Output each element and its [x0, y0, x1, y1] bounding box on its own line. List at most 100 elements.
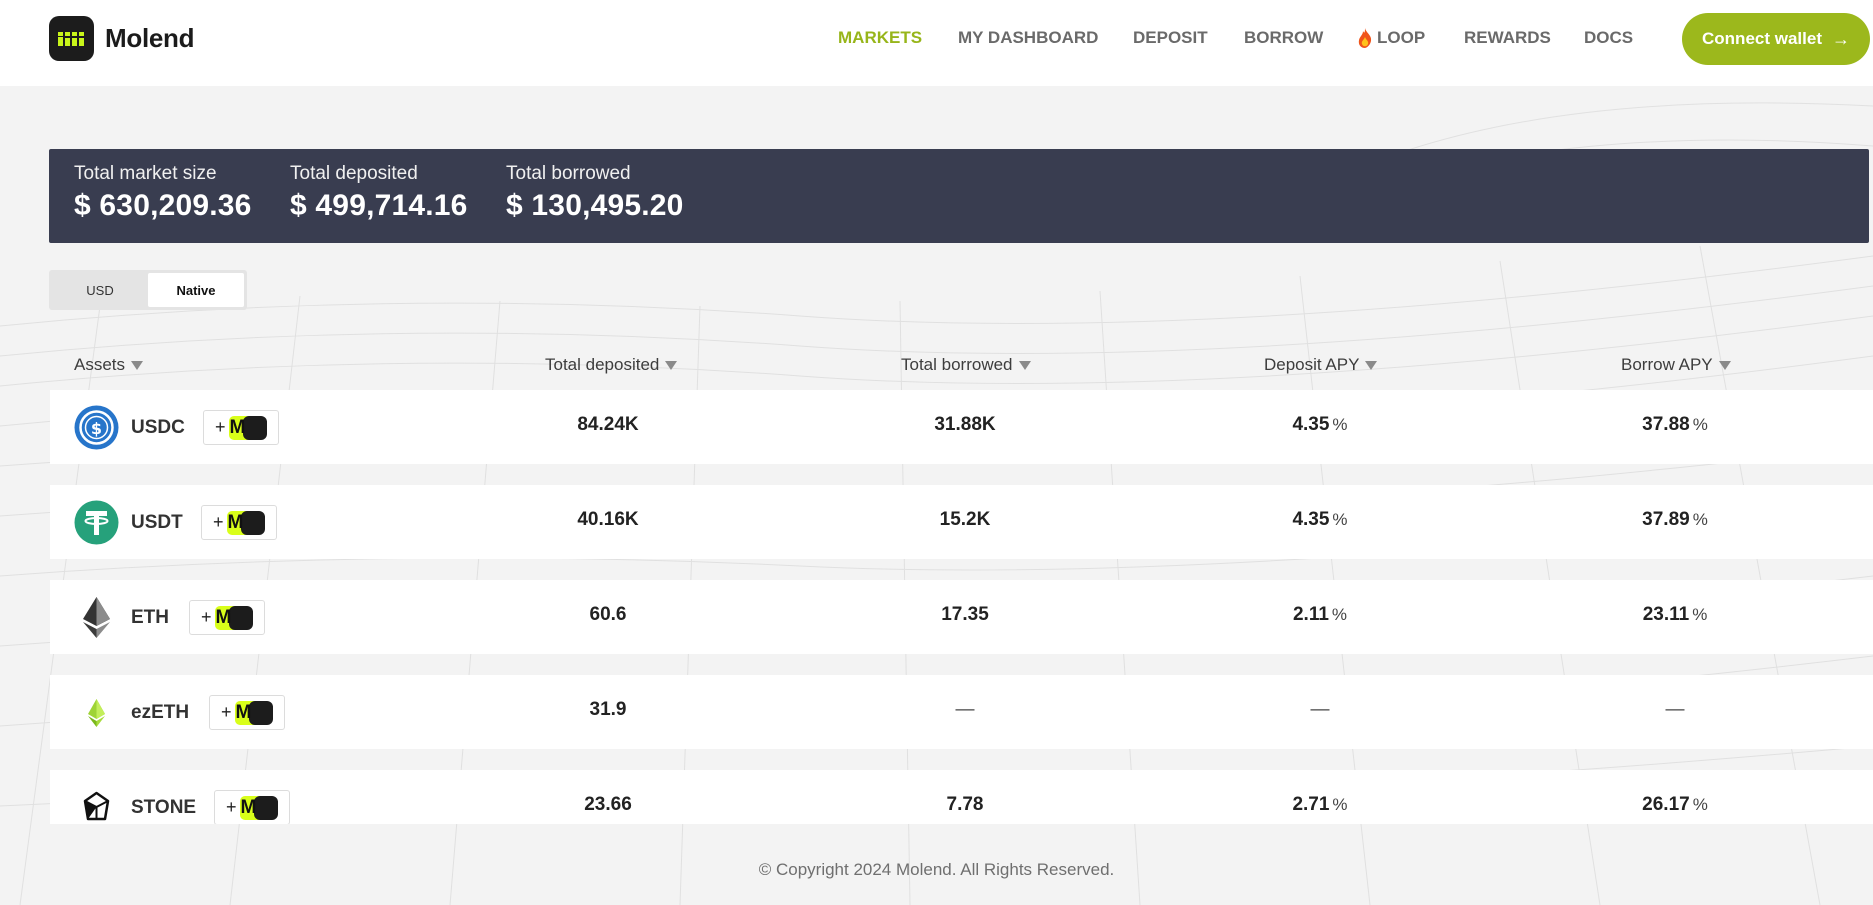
col-header-total-deposited[interactable]: Total deposited	[545, 355, 678, 375]
percent-unit: %	[1692, 510, 1708, 529]
table-row-ezeth[interactable]: ezETH + M 31.9 — — —	[50, 675, 1873, 749]
borrow-apy-value: 23.11	[1642, 604, 1690, 625]
cell-borrow-apy: 37.88%	[1575, 414, 1775, 436]
molend-boost-badge[interactable]: + M	[201, 505, 277, 540]
currency-toggle: USD Native	[49, 270, 247, 310]
col-header-borrow-apy-label: Borrow APY	[1621, 355, 1713, 374]
cell-total-deposited: 60.6	[589, 604, 627, 625]
sort-caret-icon	[665, 360, 678, 370]
nav-borrow[interactable]: BORROW	[1244, 28, 1323, 48]
percent-unit: %	[1332, 415, 1348, 434]
col-header-total-borrowed-label: Total borrowed	[901, 355, 1013, 374]
col-header-deposit-apy-label: Deposit APY	[1264, 355, 1360, 374]
percent-unit: %	[1332, 795, 1348, 814]
table-row-eth[interactable]: ETH + M 60.6 17.35 2.11% 23.11%	[50, 580, 1873, 654]
top-header: Molend MARKETS MY DASHBOARD DEPOSIT BORR…	[0, 0, 1873, 86]
cell-borrow-apy: 23.11%	[1575, 604, 1775, 626]
cell-deposit-apy: 2.11%	[1220, 604, 1420, 626]
percent-unit: %	[1332, 510, 1348, 529]
molend-m-icon: M	[214, 605, 253, 630]
cell-total-borrowed: 17.35	[941, 604, 989, 625]
molend-boost-badge[interactable]: + M	[209, 695, 285, 730]
col-header-assets[interactable]: Assets	[74, 355, 144, 375]
stat-deposited-value: $ 499,714.16	[290, 189, 468, 222]
sort-caret-icon	[1018, 360, 1031, 370]
eth-icon	[83, 597, 110, 638]
nav-my-dashboard[interactable]: MY DASHBOARD	[958, 28, 1098, 48]
asset-name: USDC	[131, 417, 185, 438]
sort-caret-icon	[131, 360, 144, 370]
col-header-assets-label: Assets	[74, 355, 126, 374]
asset-name: STONE	[131, 797, 197, 818]
molend-m-icon: M	[228, 415, 267, 440]
toggle-native[interactable]: Native	[148, 273, 244, 307]
col-header-total-borrowed[interactable]: Total borrowed	[901, 355, 1031, 375]
nav-loop[interactable]: LOOP	[1357, 28, 1425, 48]
cell-deposit-apy: 4.35%	[1220, 414, 1420, 436]
cell-borrow-apy: 37.89%	[1575, 509, 1775, 531]
molend-m-icon: M	[234, 700, 273, 725]
sort-caret-icon	[1365, 360, 1378, 370]
cell-deposit-apy: 4.35%	[1220, 509, 1420, 531]
percent-unit: %	[1331, 605, 1348, 624]
table-row-usdc[interactable]: $ USDC + M 84.24K 31.88K 4.35% 37.88%	[50, 390, 1873, 464]
borrow-apy-value: 26.17	[1642, 794, 1690, 815]
toggle-usd[interactable]: USD	[52, 273, 148, 307]
footer-copyright: © Copyright 2024 Molend. All Rights Rese…	[758, 860, 1115, 879]
plus-label: +	[221, 702, 232, 722]
plus-label: +	[213, 512, 224, 532]
market-stats-banner: Total market size $ 630,209.36 Total dep…	[49, 149, 1869, 243]
deposit-apy-value: 4.35	[1292, 509, 1330, 530]
cell-deposit-apy: —	[1310, 699, 1330, 720]
stat-borrowed-label: Total borrowed	[506, 163, 631, 184]
molend-boost-badge[interactable]: + M	[214, 790, 290, 824]
asset-name: USDT	[131, 512, 183, 533]
stat-market-size-value: $ 630,209.36	[74, 189, 252, 222]
cell-total-deposited: 84.24K	[577, 414, 639, 435]
nav-docs[interactable]: DOCS	[1584, 28, 1633, 48]
cell-total-borrowed: 15.2K	[939, 509, 991, 530]
molend-m-icon: M	[226, 510, 265, 535]
nav-loop-label: LOOP	[1377, 28, 1426, 47]
borrow-apy-value: 37.88	[1642, 414, 1690, 435]
asset-name: ezETH	[131, 702, 190, 723]
col-header-deposit-apy[interactable]: Deposit APY	[1264, 355, 1378, 375]
table-row-usdt[interactable]: USDT + M 40.16K 15.2K 4.35% 37.89%	[50, 485, 1873, 559]
connect-wallet-label: Connect wallet	[1702, 29, 1822, 48]
arrow-right-icon: →	[1831, 28, 1850, 49]
stat-market-size-label: Total market size	[74, 163, 217, 184]
molend-boost-badge[interactable]: + M	[203, 410, 279, 445]
main-nav: MARKETS MY DASHBOARD DEPOSIT BORROW LOOP…	[0, 0, 1873, 86]
cell-total-deposited: 23.66	[584, 794, 632, 815]
usdt-icon	[74, 500, 119, 545]
plus-label: +	[226, 797, 237, 817]
percent-unit: %	[1692, 605, 1708, 624]
cell-borrow-apy: 26.17%	[1575, 794, 1775, 816]
table-row-stone[interactable]: STONE + M 23.66 7.78 2.71% 26.17%	[50, 770, 1873, 824]
col-header-borrow-apy[interactable]: Borrow APY	[1621, 355, 1731, 375]
nav-markets[interactable]: MARKETS	[838, 28, 922, 48]
cell-total-borrowed: 7.78	[946, 794, 984, 815]
stat-market-size: Total market size $ 630,209.36	[74, 163, 252, 223]
connect-wallet-button[interactable]: Connect wallet →	[1682, 13, 1870, 65]
stat-borrowed-value: $ 130,495.20	[506, 189, 684, 222]
plus-label: +	[215, 417, 226, 437]
sort-caret-icon	[1718, 360, 1731, 370]
cell-total-borrowed: 31.88K	[934, 414, 996, 435]
molend-m-icon: M	[239, 795, 278, 820]
nav-deposit[interactable]: DEPOSIT	[1133, 28, 1208, 48]
asset-name: ETH	[131, 607, 169, 628]
cell-total-deposited: 40.16K	[577, 509, 639, 530]
percent-unit: %	[1692, 415, 1708, 434]
plus-label: +	[201, 607, 212, 627]
stat-deposited: Total deposited $ 499,714.16	[290, 163, 468, 223]
cell-total-borrowed: —	[955, 699, 975, 720]
col-header-total-deposited-label: Total deposited	[545, 355, 660, 374]
deposit-apy-value: 2.71	[1292, 794, 1330, 815]
cell-deposit-apy: 2.71%	[1220, 794, 1420, 816]
molend-boost-badge[interactable]: + M	[189, 600, 265, 635]
stat-deposited-label: Total deposited	[290, 163, 418, 184]
stat-borrowed: Total borrowed $ 130,495.20	[506, 163, 684, 223]
cell-total-deposited: 31.9	[589, 699, 627, 720]
nav-rewards[interactable]: REWARDS	[1464, 28, 1551, 48]
